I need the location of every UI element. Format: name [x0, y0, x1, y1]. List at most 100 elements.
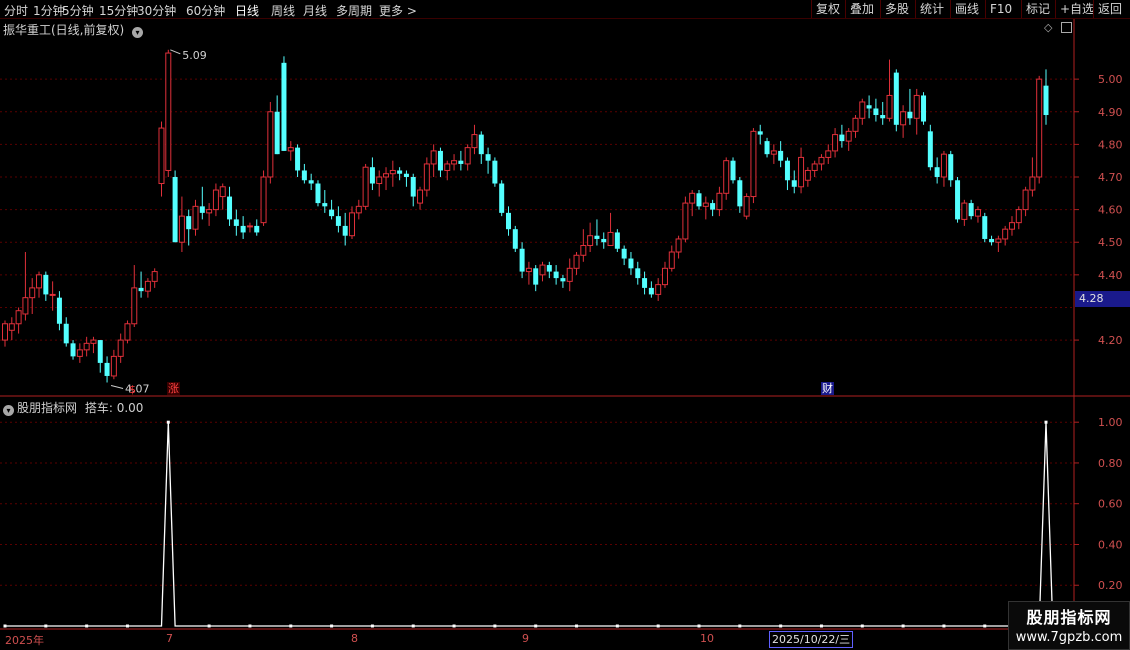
candle-body-up[interactable] [36, 274, 43, 289]
candle-body-down[interactable] [696, 193, 702, 207]
candle-body-down[interactable] [315, 183, 321, 204]
toolbar-button-6[interactable]: 标记 [1021, 0, 1056, 18]
toolbar-button-8[interactable]: 返回 [1093, 0, 1130, 18]
candle-body-up[interactable] [859, 101, 866, 119]
panel-toggle-icon[interactable] [1061, 22, 1072, 33]
candle-body-down[interactable] [308, 180, 314, 184]
period-tab-6[interactable]: 日线 [235, 2, 259, 19]
candle-body-down[interactable] [342, 225, 348, 236]
candle-body-up[interactable] [702, 202, 709, 207]
candle-body-down[interactable] [485, 154, 491, 161]
candle-body-down[interactable] [397, 170, 403, 174]
candle-body-down[interactable] [295, 147, 301, 171]
candle-body-up[interactable] [913, 94, 920, 119]
candle-body-down[interactable] [934, 167, 940, 177]
candle-body-up[interactable] [90, 339, 97, 344]
candle-body-up[interactable] [29, 287, 36, 299]
candle-body-down[interactable] [873, 108, 879, 116]
candle-body-up[interactable] [76, 349, 83, 357]
candle-body-up[interactable] [852, 117, 859, 132]
candle-body-up[interactable] [1008, 222, 1015, 230]
candle-body-up[interactable] [451, 160, 458, 165]
candle-body-up[interactable] [525, 267, 532, 273]
candle-body-down[interactable] [505, 212, 511, 230]
candle-body-down[interactable] [635, 268, 641, 279]
candle-body-down[interactable] [97, 340, 103, 363]
candle-body-down[interactable] [880, 115, 886, 119]
candle-body-up[interactable] [580, 244, 587, 256]
candle-body-up[interactable] [165, 52, 172, 171]
candle-body-up[interactable] [423, 163, 430, 191]
candle-body-up[interactable] [974, 209, 981, 217]
candle-body-up[interactable] [770, 150, 777, 155]
candle-body-up[interactable] [267, 111, 274, 178]
candle-body-down[interactable] [791, 180, 797, 187]
toolbar-button-2[interactable]: 多股 [880, 0, 916, 18]
candle-body-up[interactable] [655, 284, 662, 295]
candle-body-up[interactable] [573, 254, 580, 269]
candle-body-up[interactable] [940, 153, 947, 178]
candle-body-up[interactable] [845, 130, 852, 142]
candle-body-down[interactable] [621, 248, 627, 259]
candle-body-up[interactable] [206, 209, 213, 214]
candle-body-up[interactable] [2, 323, 8, 341]
candle-body-down[interactable] [63, 323, 69, 344]
candle-body-up[interactable] [1036, 78, 1043, 178]
candle-body-up[interactable] [219, 186, 226, 198]
candle-body-up[interactable] [151, 271, 158, 282]
candle-body-up[interactable] [607, 231, 614, 246]
candle-body-down[interactable] [254, 225, 260, 233]
candle-body-up[interactable] [349, 212, 355, 237]
candle-body-down[interactable] [233, 219, 239, 226]
candle-body-down[interactable] [70, 343, 76, 357]
candle-body-down[interactable] [43, 274, 49, 295]
candle-body-down[interactable] [642, 278, 648, 288]
candle-body-up[interactable] [961, 202, 968, 220]
candle-body-down[interactable] [764, 141, 770, 155]
candle-body-down[interactable] [199, 206, 205, 213]
candle-body-down[interactable] [757, 131, 763, 135]
candle-body-down[interactable] [437, 150, 443, 171]
candle-body-up[interactable] [539, 264, 546, 276]
candle-body-down[interactable] [710, 203, 716, 210]
candle-body-up[interactable] [444, 163, 451, 171]
candle-body-down[interactable] [737, 180, 743, 207]
period-tab-4[interactable]: 30分钟 [137, 2, 176, 19]
period-tab-7[interactable]: 周线 [271, 2, 295, 19]
candle-body-down[interactable] [281, 62, 287, 151]
candle-body-up[interactable] [417, 189, 424, 204]
toolbar-button-3[interactable]: 统计 [915, 0, 951, 18]
candle-body-down[interactable] [989, 238, 995, 243]
toolbar-button-4[interactable]: 画线 [950, 0, 986, 18]
candle-body-down[interactable] [968, 203, 974, 217]
candle-body-down[interactable] [519, 248, 525, 272]
candle-body-up[interactable] [1022, 189, 1029, 211]
candle-body-down[interactable] [955, 180, 961, 220]
period-tab-3[interactable]: 15分钟 [99, 2, 138, 19]
candle-body-up[interactable] [383, 173, 390, 178]
candle-body-up[interactable] [117, 339, 124, 357]
chevron-down-icon[interactable]: ▾ [3, 405, 14, 416]
candle-body-down[interactable] [533, 268, 539, 285]
candle-body-up[interactable] [1015, 209, 1022, 224]
candle-body-down[interactable] [893, 72, 899, 125]
candle-body-up[interactable] [1029, 176, 1036, 191]
candle-body-down[interactable] [866, 105, 872, 109]
candle-body-down[interactable] [172, 176, 178, 243]
candle-body-down[interactable] [301, 170, 307, 181]
candle-body-down[interactable] [458, 160, 464, 164]
indicator-chart[interactable]: 1.00 0.80 0.60 0.40 0.20 [0, 397, 1130, 630]
candle-body-up[interactable] [587, 235, 594, 246]
candle-body-up[interactable] [689, 192, 696, 204]
candle-body-up[interactable] [471, 134, 478, 149]
candle-body-down[interactable] [138, 287, 144, 292]
candle-body-up[interactable] [716, 192, 723, 211]
candle-body-up[interactable] [144, 280, 151, 292]
candle-body-up[interactable] [389, 169, 396, 175]
candle-body-up[interactable] [8, 323, 15, 331]
candle-body-down[interactable] [322, 203, 328, 207]
candle-body-down[interactable] [594, 235, 600, 239]
candle-body-up[interactable] [22, 297, 29, 315]
candle-body-up[interactable] [376, 176, 383, 185]
candle-body-down[interactable] [403, 173, 409, 177]
